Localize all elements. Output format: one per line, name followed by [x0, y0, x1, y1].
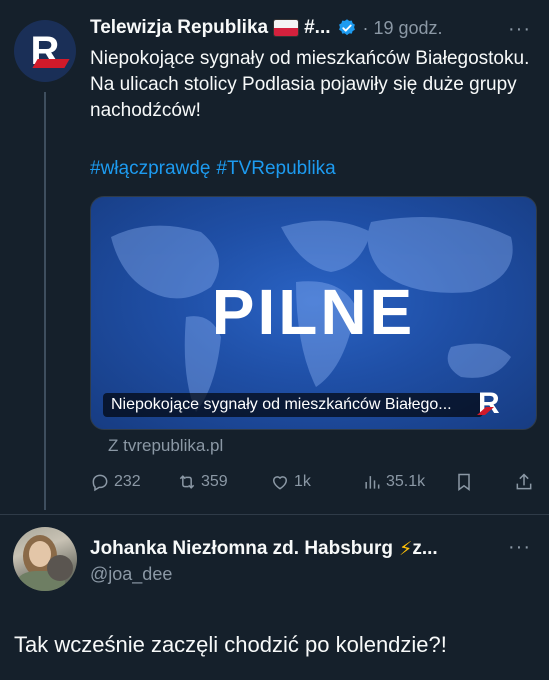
bookmark-icon: [458, 473, 470, 491]
share-button[interactable]: [514, 472, 538, 492]
like-button[interactable]: 1k: [270, 472, 311, 492]
more-options-button[interactable]: ···: [508, 18, 531, 41]
link-card-image[interactable]: PILNE Niepokojące sygnały od mieszkańców…: [90, 196, 537, 430]
hashtags: #włączprawdę #TVRepublika: [90, 158, 342, 180]
retweet-count: 359: [201, 473, 228, 490]
reply-handle[interactable]: @joa_dee: [90, 564, 172, 585]
reply-icon: [92, 474, 108, 492]
heart-icon: [272, 476, 288, 490]
reply-button[interactable]: 232: [90, 472, 141, 492]
telewizja-republika-avatar[interactable]: R: [14, 20, 76, 82]
reply-author-name-suffix: z...: [412, 538, 438, 559]
like-count: 1k: [294, 473, 311, 490]
share-icon: [516, 473, 532, 490]
more-options-button[interactable]: ···: [508, 536, 531, 559]
link-card-title[interactable]: Niepokojące sygnały od mieszkańców Białe…: [103, 393, 483, 417]
verified-badge-icon: [338, 19, 355, 36]
divider: [0, 514, 549, 515]
republika-logo-icon: R: [31, 29, 70, 74]
reply-header: Johanka Niezłomna zd. Habsburg ⚡ z... ··…: [90, 536, 539, 562]
republika-logo-icon: R: [477, 387, 500, 419]
author-name-ellipsis: #...: [304, 17, 331, 38]
views-button[interactable]: 35.1k: [362, 472, 425, 492]
hashtag-link[interactable]: #włączprawdę: [90, 158, 210, 179]
poland-flag-icon: [274, 20, 299, 36]
reply-text: Tak wcześnie zaczęli chodzić po kolendzi…: [14, 632, 447, 657]
johanka-avatar[interactable]: [13, 527, 77, 591]
tweet-text: Niepokojące sygnały od mieszkańców Białe…: [90, 48, 530, 121]
views-icon: [365, 476, 380, 489]
tweet-header: Telewizja Republika #... · 19 godz. ···: [90, 14, 539, 42]
thread-line: [44, 92, 46, 510]
reply-author-name[interactable]: Johanka Niezłomna zd. Habsburg: [90, 538, 393, 560]
retweet-icon: [179, 475, 195, 489]
view-count: 35.1k: [386, 473, 426, 490]
tweet-actions: 232 359 1k 35.1k: [90, 472, 535, 496]
retweet-button[interactable]: 359: [177, 472, 228, 492]
reply-count: 232: [114, 473, 141, 490]
lightning-bolt-icon: ⚡: [399, 538, 413, 560]
author-name[interactable]: Telewizja Republika: [90, 17, 268, 39]
tweet-timestamp[interactable]: · 19 godz.: [363, 18, 443, 39]
media-headline: PILNE: [211, 276, 416, 348]
hashtag-link[interactable]: #TVRepublika: [216, 158, 335, 179]
bookmark-button[interactable]: [454, 472, 478, 492]
link-source[interactable]: Z tvrepublika.pl: [108, 436, 223, 456]
